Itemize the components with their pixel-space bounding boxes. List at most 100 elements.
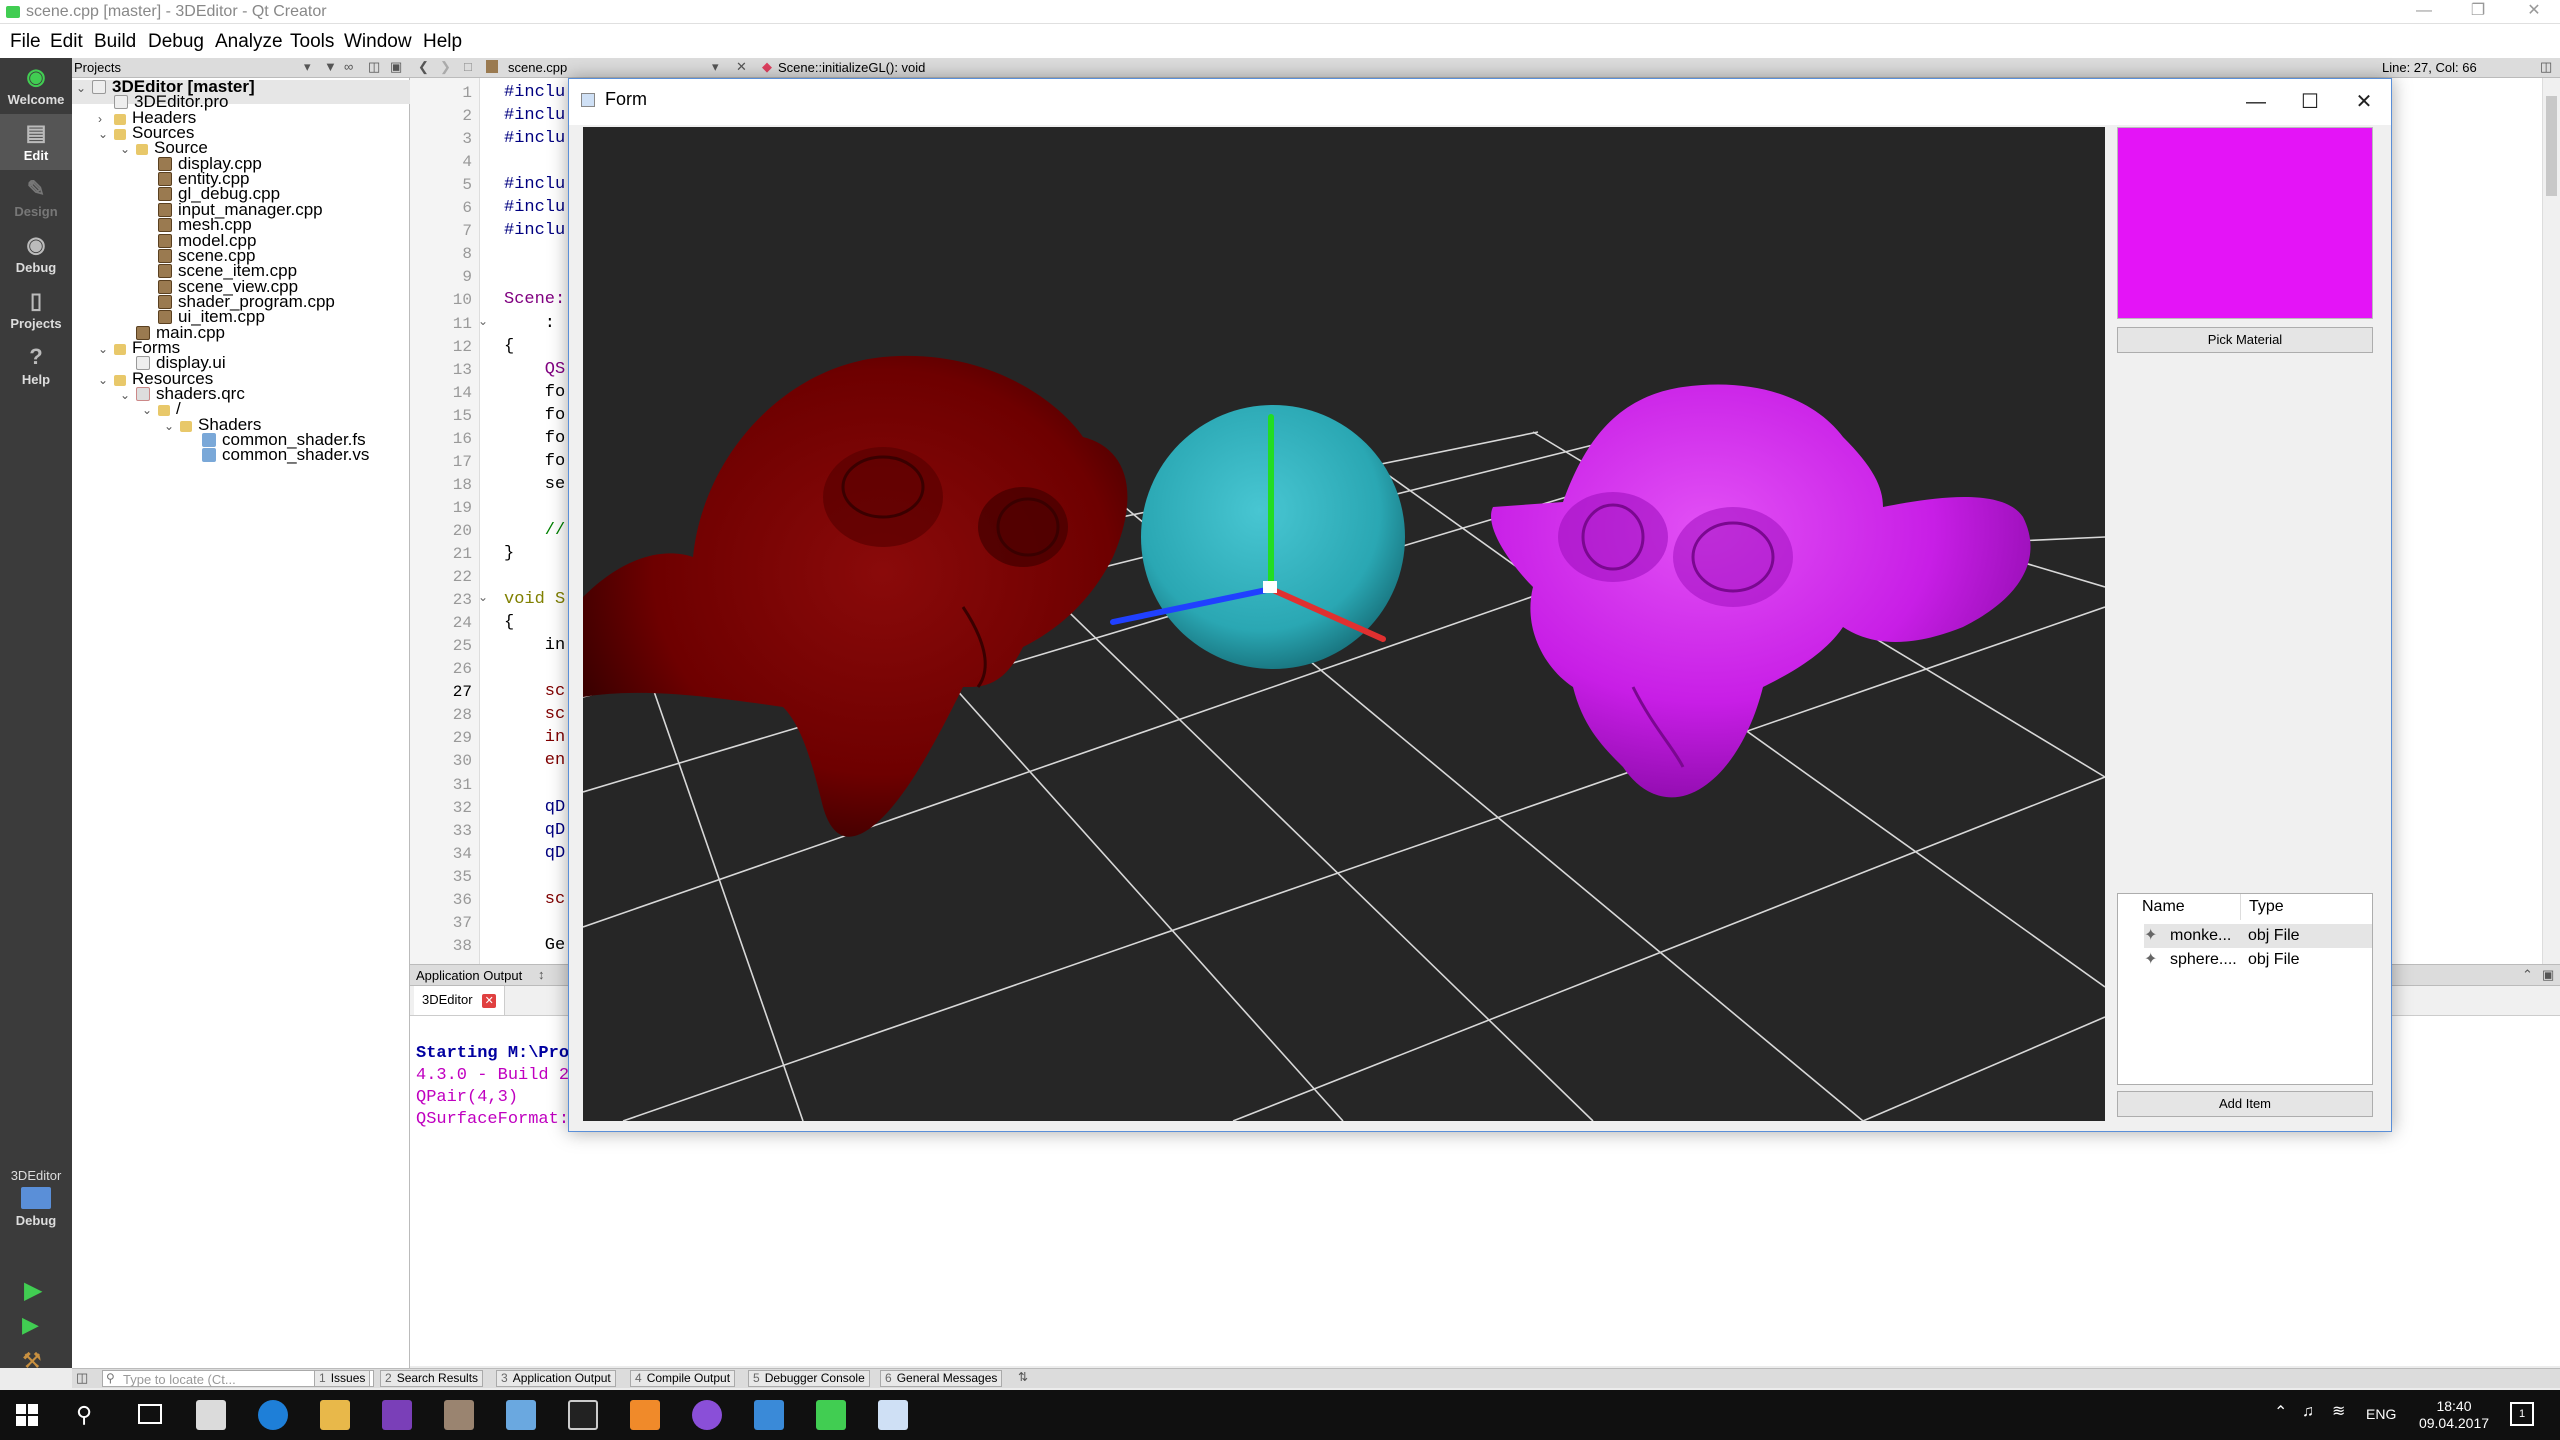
mode-design[interactable]: ✎ Design xyxy=(0,170,72,226)
code-line[interactable]: } xyxy=(504,544,514,563)
scene-items-list[interactable]: Name Type ✦ monke... obj File ✦ sphere..… xyxy=(2117,893,2373,1085)
menu-help[interactable]: Help xyxy=(423,31,462,53)
split-editor-icon[interactable]: ◫ xyxy=(2540,59,2552,75)
tree-item[interactable]: ⌄ / xyxy=(142,400,181,418)
fold-marker-icon[interactable]: ⌄ xyxy=(478,314,488,328)
code-line[interactable]: qD xyxy=(504,798,565,817)
code-line[interactable]: #inclu xyxy=(504,129,565,148)
scroll-thumb[interactable] xyxy=(2546,96,2557,196)
split-icon[interactable]: ◫ xyxy=(368,59,380,75)
forward-icon[interactable]: ❯ xyxy=(440,59,451,75)
menu-debug[interactable]: Debug xyxy=(148,31,204,53)
filter-icon[interactable]: ▼ xyxy=(324,59,337,74)
close-panel-icon[interactable]: ▣ xyxy=(390,59,402,75)
code-line[interactable]: en xyxy=(504,751,565,770)
minimize-icon[interactable]: — xyxy=(2404,0,2444,22)
tab-general-messages[interactable]: 6 General Messages xyxy=(880,1370,1003,1387)
open-file-tab[interactable]: scene.cpp xyxy=(508,60,567,75)
opengl-viewport[interactable] xyxy=(583,127,2105,1121)
code-line[interactable]: // xyxy=(504,521,565,540)
menu-file[interactable]: File xyxy=(10,31,41,53)
maximize-pane-icon[interactable]: ⌃ xyxy=(2522,967,2533,983)
close-file-icon[interactable]: ✕ xyxy=(736,59,747,75)
visual-studio-icon[interactable] xyxy=(382,1400,412,1430)
code-line[interactable]: in xyxy=(504,636,565,655)
expand-arrow-icon[interactable]: ⌄ xyxy=(164,418,180,434)
pick-material-button[interactable]: Pick Material xyxy=(2117,327,2373,353)
list-item-monkey[interactable]: ✦ monke... obj File xyxy=(2144,924,2372,948)
expand-arrow-icon[interactable]: ⌄ xyxy=(98,341,114,357)
code-line[interactable]: { xyxy=(504,613,514,632)
explorer-icon[interactable] xyxy=(320,1400,350,1430)
fold-marker-icon[interactable]: ⌄ xyxy=(478,590,488,604)
close-pane-icon[interactable]: ▣ xyxy=(2542,967,2554,983)
notification-icon[interactable]: 1 xyxy=(2510,1402,2534,1426)
expand-arrow-icon[interactable]: ⌄ xyxy=(142,402,158,418)
code-line[interactable]: void S xyxy=(504,590,565,609)
task-view-icon[interactable] xyxy=(138,1404,162,1424)
expand-arrow-icon[interactable]: ⌄ xyxy=(98,126,114,142)
expand-arrow-icon[interactable]: ⌄ xyxy=(98,372,114,388)
close-tab-icon[interactable]: ✕ xyxy=(482,994,497,1008)
list-item-sphere[interactable]: ✦ sphere.... obj File xyxy=(2144,948,2372,972)
cursor-position[interactable]: Line: 27, Col: 66 xyxy=(2382,60,2477,75)
code-line[interactable]: { xyxy=(504,337,514,356)
3d-builder-icon[interactable] xyxy=(506,1400,536,1430)
code-line[interactable]: fo xyxy=(504,429,565,448)
code-line[interactable]: qD xyxy=(504,821,565,840)
form-maximize-icon[interactable]: ☐ xyxy=(2283,79,2337,125)
menu-build[interactable]: Build xyxy=(94,31,136,53)
clock[interactable]: 18:40 09.04.2017 xyxy=(2414,1398,2494,1432)
tab-compile-output[interactable]: 4 Compile Output xyxy=(630,1370,736,1387)
code-line[interactable]: QS xyxy=(504,360,565,379)
expand-arrow-icon[interactable]: ⌄ xyxy=(76,80,92,96)
tree-item[interactable]: common_shader.vs xyxy=(186,446,369,463)
expand-arrow-icon[interactable]: ⌄ xyxy=(120,387,136,403)
code-line[interactable]: #inclu xyxy=(504,175,565,194)
mode-projects[interactable]: ▯ Projects xyxy=(0,282,72,338)
code-line[interactable]: : xyxy=(504,314,555,333)
language-indicator[interactable]: ENG xyxy=(2366,1406,2396,1423)
code-line[interactable]: qD xyxy=(504,844,565,863)
store-icon[interactable] xyxy=(196,1400,226,1430)
expand-arrow-icon[interactable]: ⌄ xyxy=(120,141,136,157)
code-line[interactable]: sc xyxy=(504,705,565,724)
code-line[interactable]: #inclu xyxy=(504,106,565,125)
code-line[interactable]: #inclu xyxy=(504,83,565,102)
start-icon[interactable] xyxy=(16,1404,38,1426)
network-icon[interactable]: ≋ xyxy=(2332,1403,2345,1420)
mode-help[interactable]: ? Help xyxy=(0,338,72,394)
code-line[interactable]: se xyxy=(504,475,565,494)
code-line[interactable]: fo xyxy=(504,383,565,402)
add-item-button[interactable]: Add Item xyxy=(2117,1091,2373,1117)
form-close-icon[interactable]: ✕ xyxy=(2337,79,2391,125)
file-dropdown-icon[interactable]: ▾ xyxy=(712,59,719,75)
link-icon[interactable]: ∞ xyxy=(344,59,353,74)
editor-scrollbar[interactable] xyxy=(2542,78,2560,964)
code-line[interactable]: sc xyxy=(504,682,565,701)
app-icon[interactable] xyxy=(754,1400,784,1430)
code-line[interactable]: sc xyxy=(504,890,565,909)
code-line[interactable]: fo xyxy=(504,452,565,471)
tab-application-output[interactable]: 3 Application Output xyxy=(496,1370,616,1387)
tray-chevron-icon[interactable]: ⌃ xyxy=(2274,1404,2287,1421)
menu-analyze[interactable]: Analyze xyxy=(215,31,283,53)
paint-icon[interactable] xyxy=(630,1400,660,1430)
toggle-sidebar-icon[interactable]: ◫ xyxy=(76,1370,88,1386)
qt-creator-icon[interactable] xyxy=(816,1400,846,1430)
column-header-name[interactable]: Name xyxy=(2134,894,2185,920)
app-icon[interactable] xyxy=(444,1400,474,1430)
debug-run-icon[interactable]: ▶ xyxy=(22,1312,39,1338)
edge-icon[interactable] xyxy=(258,1400,288,1430)
tab-search-results[interactable]: 2 Search Results xyxy=(380,1370,484,1387)
form-app-icon[interactable] xyxy=(878,1400,908,1430)
attach-icon[interactable]: ↕ xyxy=(538,967,545,982)
code-line[interactable]: Ge xyxy=(504,936,565,955)
form-minimize-icon[interactable]: — xyxy=(2229,79,2283,125)
mode-debug[interactable]: ◉ Debug xyxy=(0,226,72,282)
github-icon[interactable] xyxy=(692,1400,722,1430)
code-line[interactable]: in xyxy=(504,728,565,747)
more-tabs-icon[interactable]: ⇅ xyxy=(1018,1370,1028,1384)
close-icon[interactable]: ✕ xyxy=(2514,0,2554,22)
restore-icon[interactable]: ❐ xyxy=(2458,0,2498,22)
